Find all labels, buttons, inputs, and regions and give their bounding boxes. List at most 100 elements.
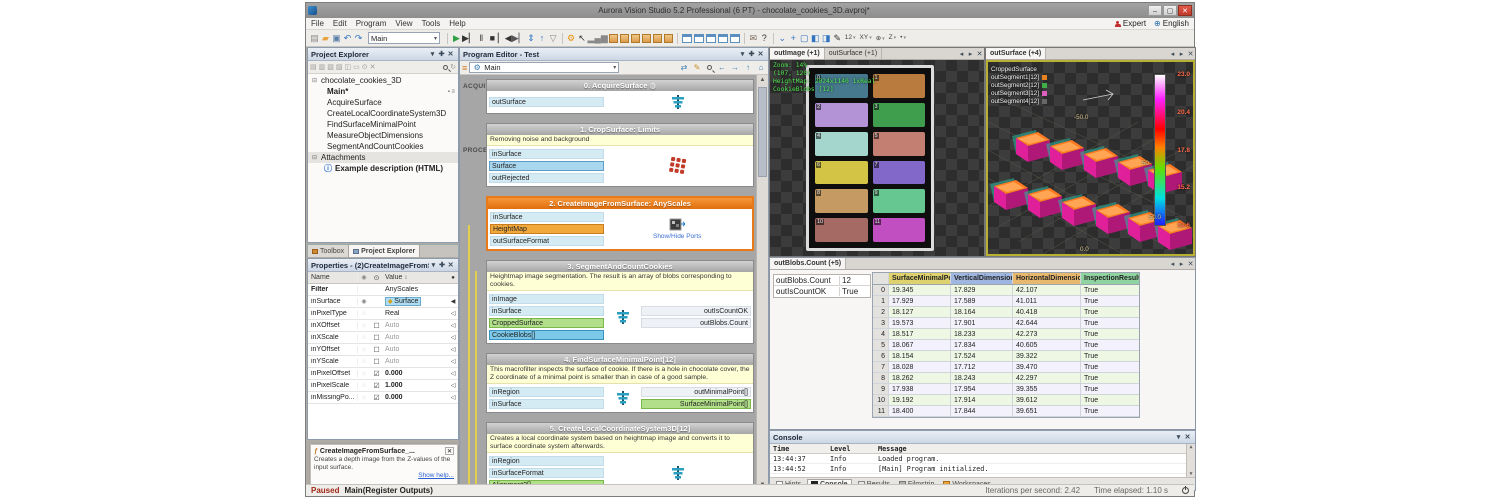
summary-row[interactable]: outBlobs.Count 12 — [774, 275, 870, 286]
search-icon[interactable] — [443, 65, 448, 70]
tree-tool-icon[interactable]: ▤ — [310, 63, 317, 71]
cookie-blob[interactable]: 10 — [815, 218, 868, 242]
toolbar-icon[interactable]: ▤ — [309, 31, 320, 46]
forward-icon[interactable]: → — [730, 63, 740, 72]
port[interactable]: outSurface — [489, 97, 604, 107]
tree-tool-icon[interactable]: ◫ — [345, 63, 352, 71]
port[interactable]: outRejected — [489, 173, 604, 183]
cookie-blob[interactable]: 1 — [873, 74, 926, 98]
table-row[interactable]: 3 19.573 17.901 42.644 True — [873, 318, 1139, 329]
port-connect-icon[interactable]: ◁ — [448, 394, 458, 401]
toolbar-icon[interactable]: ‖ — [476, 31, 487, 46]
property-value[interactable]: Auto — [385, 346, 399, 353]
table-row[interactable]: 6 18.154 17.524 39.322 True — [873, 351, 1139, 362]
port[interactable]: inSurface — [489, 149, 604, 159]
box-tool-icon[interactable] — [620, 34, 629, 43]
language-label[interactable]: English — [1163, 19, 1189, 28]
view-tool-icon[interactable]: ◧ — [810, 31, 821, 46]
toolbar-icon[interactable]: ↷ — [353, 31, 364, 46]
port-connect-icon[interactable]: ◀ — [448, 298, 458, 305]
tree-item-macrofilter[interactable]: AcquireSurface — [308, 97, 458, 108]
prev-view-icon[interactable]: ◂ — [1168, 260, 1177, 268]
search-icon[interactable] — [707, 65, 712, 70]
pin-icon[interactable]: ✚ — [438, 261, 447, 269]
legend-entry[interactable]: outSegment3[12] — [991, 89, 1047, 97]
up-icon[interactable]: ↑ — [743, 63, 753, 72]
block-acquiresurface[interactable]: 0. AcquireSurface ◍ outSurface — [486, 79, 754, 114]
property-value[interactable]: Auto — [385, 322, 399, 329]
port[interactable]: Surface — [489, 161, 604, 171]
prev-view-icon[interactable]: ◂ — [957, 50, 966, 58]
legend-entry[interactable]: outSegment4[12] — [991, 97, 1047, 105]
cookie-blob[interactable]: 6 — [815, 161, 868, 185]
toolbar-icon[interactable]: ▰ — [320, 31, 331, 46]
swap-view-icon[interactable]: ⇄ — [679, 63, 689, 72]
console-log-row[interactable]: 13:44:52 Info [Main] Program initialized… — [770, 464, 1195, 474]
menu-item[interactable]: Program — [356, 19, 387, 28]
close-icon[interactable]: ✕ — [446, 50, 455, 58]
property-row[interactable]: Filter AnyScales — [308, 284, 458, 296]
collapse-icon[interactable]: ⊟ — [312, 77, 318, 84]
block-createlocalcoordinatesystem3d[interactable]: 5. CreateLocalCoordinateSystem3D[12] Cre… — [486, 422, 754, 490]
view-tool-icon[interactable]: ◨ — [821, 31, 832, 46]
port-connect-icon[interactable]: ◁ — [448, 310, 458, 317]
port[interactable]: CroppedSurface — [489, 318, 604, 328]
toolbar-icon[interactable]: ■ — [487, 31, 498, 46]
property-value[interactable]: 1.000 — [385, 382, 403, 389]
panel-menu-icon[interactable]: ▾ — [1174, 433, 1183, 441]
close-icon[interactable]: ✕ — [1186, 50, 1195, 58]
program-selector-combo[interactable]: Main ▾ — [368, 32, 440, 44]
block-segmentandcountcookies[interactable]: 3. SegmentAndCountCookies Heightmap imag… — [486, 260, 754, 344]
layout-icon[interactable] — [682, 34, 692, 43]
toolbar-icon[interactable]: ▏◀ — [498, 31, 512, 46]
port[interactable]: inImage — [489, 294, 604, 304]
port[interactable]: outBlobs.Count — [641, 318, 751, 328]
scrollbar-thumb[interactable] — [758, 87, 767, 177]
next-view-icon[interactable]: ▸ — [1177, 260, 1186, 268]
tree-item-attachment[interactable]: ⓘ Example description (HTML) — [308, 163, 458, 174]
editor-menu-icon[interactable]: ≡ — [462, 63, 467, 73]
cookie-blob[interactable]: 8 — [815, 189, 868, 213]
layout-icon[interactable] — [718, 34, 728, 43]
show-hide-ports-link[interactable]: Show/Hide Ports — [653, 233, 701, 240]
cookie-blob[interactable]: 2 — [815, 103, 868, 127]
box-tool-icon[interactable] — [609, 34, 618, 43]
dock-tab[interactable]: Project Explorer — [349, 245, 420, 257]
port[interactable]: inSurface — [490, 212, 604, 222]
close-icon[interactable]: ✕ — [975, 50, 984, 58]
measure-tool-chip[interactable]: • — [898, 33, 908, 43]
tree-tool-icon[interactable]: ▧ — [327, 63, 334, 71]
toolbar-icon[interactable]: ▶▏ — [512, 31, 526, 46]
menu-item[interactable]: Tools — [422, 19, 441, 28]
property-row[interactable]: inXScale ◌ ☐ Auto ◁ — [308, 332, 458, 344]
tree-tool-icon[interactable]: ▭ — [353, 63, 360, 71]
toolbar-icon[interactable]: ? — [759, 31, 770, 46]
expert-mode-label[interactable]: Expert — [1123, 19, 1146, 28]
table-row[interactable]: 5 18.067 17.834 40.605 True — [873, 340, 1139, 351]
summary-row[interactable]: outIsCountOK True — [774, 286, 870, 297]
property-row[interactable]: inYOffset ◌ ☐ Auto ◁ — [308, 344, 458, 356]
table-row[interactable]: 2 18.127 18.164 40.418 True — [873, 307, 1139, 318]
property-checkbox[interactable]: ☑ — [370, 370, 383, 378]
cookie-blob[interactable]: 11 — [873, 218, 926, 242]
panel-menu-icon[interactable]: ▾ — [428, 50, 437, 58]
menu-item[interactable]: File — [311, 19, 324, 28]
port[interactable]: outSurfaceFormat — [490, 236, 604, 246]
toolbar-icon[interactable]: ↶ — [342, 31, 353, 46]
view-tool-icon[interactable]: ✎ — [832, 31, 843, 46]
toolbar-icon[interactable]: ▂▄▆ — [588, 31, 608, 46]
port[interactable]: inSurfaceFormat — [489, 468, 604, 478]
tree-item-macrofilter[interactable]: MeasureObjectDimensions — [308, 130, 458, 141]
box-tool-icon[interactable] — [653, 34, 662, 43]
preview-tab[interactable]: outImage (+1) — [770, 48, 825, 59]
layout-icon[interactable] — [730, 34, 740, 43]
next-view-icon[interactable]: ▸ — [966, 50, 975, 58]
panel-menu-icon[interactable]: ▾ — [429, 261, 438, 269]
surface-3d-view[interactable]: CroppedSurface outSegment1[12] outSegmen… — [986, 60, 1195, 256]
tree-item-macrofilter[interactable]: SegmentAndCountCookies — [308, 141, 458, 152]
pin-icon[interactable]: ✚ — [437, 50, 446, 58]
port[interactable]: inSurface — [489, 306, 604, 316]
property-checkbox[interactable]: ☐ — [370, 322, 383, 330]
property-row[interactable]: inPixelScale ◌ ☑ 1.000 ◁ — [308, 380, 458, 392]
show-help-link[interactable]: Show help... — [314, 472, 454, 479]
